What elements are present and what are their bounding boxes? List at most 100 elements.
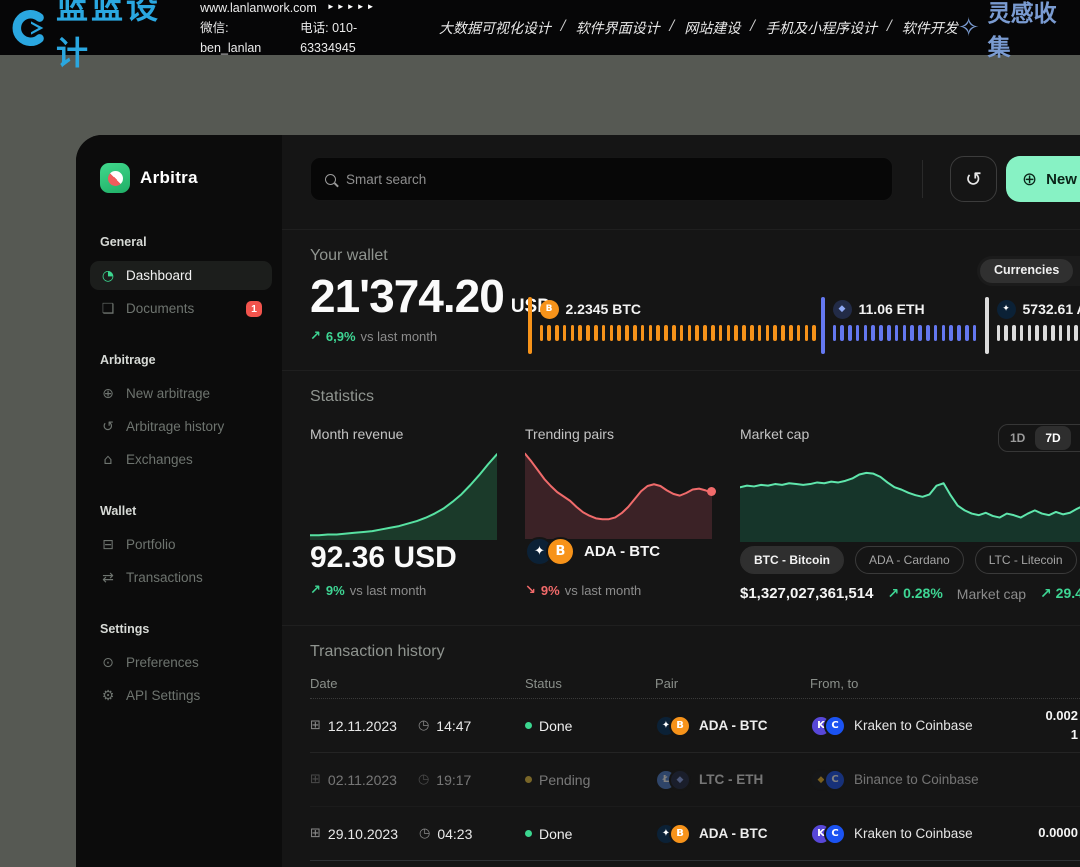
plug-icon: ⚙ <box>100 688 116 704</box>
service-item[interactable]: 大数据可视化设计 <box>439 18 551 38</box>
calendar-icon: ⊞ <box>310 772 321 787</box>
tab-exchanges[interactable]: Exchanges <box>1073 259 1080 283</box>
pill-ada-cardano[interactable]: ADA - Cardano <box>855 546 964 574</box>
sidebar-item-transactions[interactable]: ⇄ Transactions <box>90 563 272 592</box>
pill-ltc-litecoin[interactable]: LTC - Litecoin <box>975 546 1077 574</box>
statistics-title: Statistics <box>310 388 374 406</box>
arbitra-logo-icon <box>100 163 130 193</box>
ada-icon: ✦ <box>997 300 1016 319</box>
history-button[interactable]: ↺ <box>950 156 997 202</box>
route-text: Kraken to Coinbase <box>854 718 973 733</box>
sidebar-item-new-arbitrage[interactable]: ⊕ New arbitrage <box>90 379 272 408</box>
sidebar-item-preferences[interactable]: ⊙ Preferences <box>90 648 272 677</box>
status-dot <box>525 722 532 729</box>
market-cap-stats: $1,327,027,361,514 ↗ 0.28% Market cap ↗ … <box>740 585 1080 602</box>
col-date: Date <box>310 676 337 691</box>
history-icon: ↺ <box>100 419 116 435</box>
dashboard-icon: ◔ <box>100 268 116 284</box>
ada-amount: 5732.61 ADA <box>1023 301 1080 317</box>
main-content: ↺ ⊕ New arbitrage Your wallet Currencies… <box>282 135 1080 867</box>
history-rewind-icon: ↺ <box>965 167 982 191</box>
bank-icon: ⌂ <box>100 452 116 468</box>
timeframe-7d[interactable]: 7D <box>1035 426 1070 450</box>
sidebar-item-documents[interactable]: ❏ Documents 1 <box>90 294 272 323</box>
service-item[interactable]: 软件开发 <box>902 18 958 38</box>
pair-text: ADA - BTC <box>699 826 768 841</box>
service-item[interactable]: 网站建设 <box>684 18 740 38</box>
tx-date: 02.11.2023 <box>328 772 397 788</box>
calendar-icon: ⊞ <box>310 826 321 841</box>
route-text: Kraken to Coinbase <box>854 826 973 841</box>
pill-btc-bitcoin[interactable]: BTC - Bitcoin <box>740 546 844 574</box>
service-item[interactable]: 手机及小程序设计 <box>765 18 877 38</box>
col-from-to: From, to <box>810 676 858 691</box>
tx-amount: 0.0000 <box>1038 824 1080 843</box>
month-revenue-chart <box>310 452 497 540</box>
table-row[interactable]: ⊞ 12.11.2023 ◷ 14:47 Done ✦ B ADA - BTC <box>310 699 1080 753</box>
transaction-table: ⊞ 12.11.2023 ◷ 14:47 Done ✦ B ADA - BTC <box>310 699 1080 861</box>
pair-text: LTC - ETH <box>699 772 763 787</box>
down-arrow-icon: ↘ <box>525 582 536 598</box>
asset-eth: ◆ 11.06 ETH <box>821 297 985 354</box>
pair-text: ADA - BTC <box>699 718 768 733</box>
coinbase-icon: C <box>824 715 846 737</box>
plus-circle-icon: ⊕ <box>100 386 116 402</box>
section-label-settings: Settings <box>100 622 262 636</box>
col-status: Status <box>525 676 562 691</box>
calendar-icon: ⊞ <box>310 718 321 733</box>
plus-circle-icon: ⊕ <box>1022 169 1037 190</box>
table-row[interactable]: ⊞ 02.11.2023 ◷ 19:17 Pending Ł ◆ LTC - E… <box>310 753 1080 807</box>
search-bar[interactable] <box>310 157 893 201</box>
sidebar-item-dashboard[interactable]: ◔ Dashboard <box>90 261 272 290</box>
asset-ada: ✦ 5732.61 ADA <box>985 297 1080 354</box>
wallet-tabs: Currencies Exchanges <box>977 256 1080 286</box>
sidebar-item-api-settings[interactable]: ⚙ API Settings <box>90 681 272 710</box>
dashboard-card: Arbitra General ◔ Dashboard ❏ Documents … <box>76 135 1080 867</box>
transaction-history-title: Transaction history <box>310 643 445 661</box>
route-text: Binance to Coinbase <box>854 772 979 787</box>
documents-badge: 1 <box>246 301 262 317</box>
sidebar-item-portfolio[interactable]: ⊟ Portfolio <box>90 530 272 559</box>
lanlan-logo-icon <box>12 9 50 47</box>
arrows-icon: ►►►►► <box>327 1 377 14</box>
up-arrow-icon: ↗ <box>310 582 321 598</box>
up-arrow-icon: ↗ <box>310 328 321 344</box>
btc-divider <box>528 297 532 354</box>
transfer-icon: ⇄ <box>100 570 116 586</box>
wallet-assets: B 2.2345 BTC ◆ 11.06 ETH <box>528 297 1080 354</box>
month-revenue-change: ↗ 9% vs last month <box>310 582 426 598</box>
search-input[interactable] <box>346 172 878 187</box>
wallet-balance: 21'374.20 USD <box>310 269 551 323</box>
btc-icon: B <box>669 823 691 845</box>
service-menu: 大数据可视化设计 / 软件界面设计 / 网站建设 / 手机及小程序设计 / 软件… <box>439 18 958 38</box>
new-arbitrage-button[interactable]: ⊕ New arbitrage <box>1006 156 1080 202</box>
col-pair: Pair <box>655 676 678 691</box>
tab-currencies[interactable]: Currencies <box>980 259 1073 283</box>
site-phone: 电话: 010-63334945 <box>300 18 397 58</box>
table-row[interactable]: ⊞ 29.10.2023 ◷ 04:23 Done ✦ B ADA - BTC <box>310 807 1080 861</box>
tx-amount: 0.002 1 <box>1045 707 1080 745</box>
eth-bars <box>833 325 977 341</box>
wallet-icon: ⊟ <box>100 537 116 553</box>
site-contact: www.lanlanwork.com ►►►►► 微信: ben_lanlan … <box>200 0 397 58</box>
timeframe-1m[interactable]: 1M <box>1071 426 1080 450</box>
trending-pair: ✦ B ADA - BTC <box>525 537 660 566</box>
cap-value: $1,327,027,361,514 <box>740 585 873 602</box>
coin-pills: BTC - Bitcoin ADA - Cardano LTC - Liteco… <box>740 546 1080 574</box>
sidebar: Arbitra General ◔ Dashboard ❏ Documents … <box>76 135 282 867</box>
ada-bars <box>997 325 1080 341</box>
inspiration-collect-button[interactable]: ✧ 灵感收集 <box>958 0 1064 62</box>
clock-icon: ◷ <box>418 718 429 733</box>
sidebar-item-arbitrage-history[interactable]: ↺ Arbitrage history <box>90 412 272 441</box>
site-brand: 蓝蓝设计 <box>56 0 178 74</box>
site-wechat: 微信: ben_lanlan <box>200 18 280 58</box>
timeframe-1d[interactable]: 1D <box>1000 426 1035 450</box>
service-item[interactable]: 软件界面设计 <box>576 18 660 38</box>
eth-icon: ◆ <box>833 300 852 319</box>
sidebar-item-exchanges[interactable]: ⌂ Exchanges <box>90 445 272 474</box>
btc-bars <box>540 325 816 341</box>
btc-amount: 2.2345 BTC <box>566 301 641 317</box>
month-revenue-label: Month revenue <box>310 426 403 442</box>
timeframe-switcher: 1D 7D 1M <box>998 424 1080 452</box>
site-url[interactable]: www.lanlanwork.com <box>200 0 317 18</box>
